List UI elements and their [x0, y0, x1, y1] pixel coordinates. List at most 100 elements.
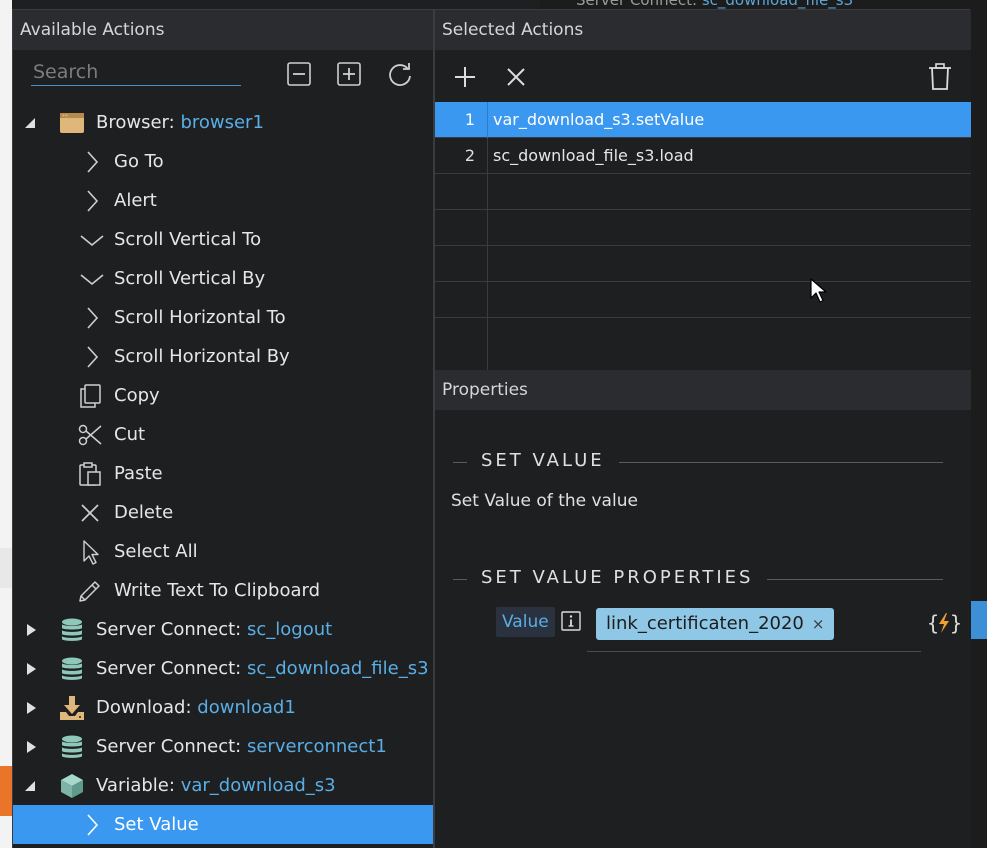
database-icon [59, 734, 85, 760]
row-action-name: sc_download_file_s3.load [493, 146, 694, 165]
mouse-cursor-icon [810, 278, 827, 303]
expand-all-icon[interactable] [335, 60, 363, 88]
collapse-all-icon[interactable] [285, 60, 313, 88]
tree-item-go-to[interactable]: Go To [13, 142, 433, 181]
svg-text:{: { [927, 611, 939, 635]
selected-actions-header: Selected Actions [435, 10, 971, 50]
tree-group-sc-download-file-s3[interactable]: Server Connect: sc_download_file_s3 [13, 649, 433, 688]
actions-tree: Browser: browser1 Go To Alert Scroll Ver… [13, 103, 433, 844]
chevron-right-icon [87, 307, 99, 329]
remove-icon[interactable] [505, 66, 527, 88]
trash-icon[interactable] [927, 63, 953, 91]
tree-item-copy[interactable]: Copy [13, 376, 433, 415]
tree-group-var-download-s3[interactable]: Variable: var_download_s3 [13, 766, 433, 805]
tree-item-select-all[interactable]: Select All [13, 532, 433, 571]
tree-item-label: Alert [114, 190, 157, 211]
svg-text:}: } [950, 611, 961, 635]
selected-actions-table: 1 var_download_s3.setValue 2 sc_download… [435, 102, 971, 370]
chevron-right-icon [87, 190, 99, 212]
tree-value: browser1 [180, 112, 264, 133]
download-icon [59, 695, 85, 721]
tree-group-browser[interactable]: Browser: browser1 [13, 103, 433, 142]
available-actions-header: Available Actions [13, 10, 433, 50]
tree-group-download1[interactable]: Download: download1 [13, 688, 433, 727]
empty-row [435, 174, 971, 210]
expanded-triangle-icon[interactable] [23, 116, 37, 130]
paste-icon [79, 462, 101, 486]
pointer-icon [83, 540, 99, 565]
tree-value: serverconnect1 [246, 736, 387, 757]
value-field-underline [587, 651, 921, 652]
selected-action-row[interactable]: 1 var_download_s3.setValue [435, 102, 971, 138]
section-set-value-properties: SET VALUE PROPERTIES [453, 567, 943, 591]
chevron-down-icon [80, 235, 104, 247]
background-app-right-edge [969, 0, 987, 848]
tree-item-label: Paste [114, 463, 163, 484]
tree-item-alert[interactable]: Alert [13, 181, 433, 220]
background-app-left-edge [0, 0, 12, 848]
browser-icon [59, 110, 85, 136]
tree-group-serverconnect1[interactable]: Server Connect: serverconnect1 [13, 727, 433, 766]
tree-item-label: Scroll Horizontal To [114, 307, 286, 328]
search-input[interactable] [31, 58, 241, 86]
database-icon [59, 656, 85, 682]
chevron-right-icon [87, 346, 99, 368]
x-icon [81, 504, 99, 522]
tree-item-label: Delete [114, 502, 174, 523]
selected-actions-toolbar [435, 50, 971, 102]
value-token-text: link_certificaten_2020 [606, 613, 804, 634]
section-set-value: SET VALUE [453, 450, 943, 474]
add-icon[interactable] [452, 64, 478, 90]
tree-item-paste[interactable]: Paste [13, 454, 433, 493]
info-icon[interactable] [561, 611, 581, 631]
tree-value: sc_download_file_s3 [246, 658, 429, 679]
background-peek-text: Server Connect: sc_download_file_s3 [540, 0, 970, 9]
collapsed-triangle-icon[interactable] [25, 623, 37, 637]
tree-item-scroll-vertical-by[interactable]: Scroll Vertical By [13, 259, 433, 298]
tree-item-label: Scroll Vertical By [114, 268, 266, 289]
tree-item-scroll-horizontal-by[interactable]: Scroll Horizontal By [13, 337, 433, 376]
tree-item-label: Go To [114, 151, 164, 172]
collapsed-triangle-icon[interactable] [25, 701, 37, 715]
tree-label: Download: [96, 697, 192, 718]
collapsed-triangle-icon[interactable] [25, 740, 37, 754]
available-actions-toolbar [13, 50, 433, 98]
empty-row [435, 246, 971, 282]
tree-item-scroll-vertical-to[interactable]: Scroll Vertical To [13, 220, 433, 259]
tree-item-label: Copy [114, 385, 160, 406]
tree-item-cut[interactable]: Cut [13, 415, 433, 454]
collapsed-triangle-icon[interactable] [25, 662, 37, 676]
chip-remove-icon[interactable]: × [812, 615, 825, 633]
row-number: 2 [435, 138, 488, 174]
tree-label: Variable: [96, 775, 175, 796]
tree-item-delete[interactable]: Delete [13, 493, 433, 532]
tree-item-label: Scroll Vertical To [114, 229, 262, 250]
tree-item-scroll-horizontal-to[interactable]: Scroll Horizontal To [13, 298, 433, 337]
empty-row [435, 282, 971, 318]
tree-value: sc_logout [246, 619, 333, 640]
tree-value: download1 [197, 697, 296, 718]
chevron-down-icon [80, 274, 104, 286]
expanded-triangle-icon[interactable] [23, 779, 37, 793]
properties-header: Properties [435, 370, 971, 410]
tree-value: var_download_s3 [180, 775, 336, 796]
right-panel: Selected Actions 1 var_download_s3.setVa… [435, 10, 971, 848]
tree-item-label: Scroll Horizontal By [114, 346, 290, 367]
tree-item-write-text-to-clipboard[interactable]: Write Text To Clipboard [13, 571, 433, 610]
chevron-right-icon [87, 151, 99, 173]
selected-action-row[interactable]: 2 sc_download_file_s3.load [435, 138, 971, 174]
tree-label: Server Connect: [96, 736, 242, 757]
chevron-right-icon [87, 814, 99, 836]
tree-label: Server Connect: [96, 658, 242, 679]
row-action-name: var_download_s3.setValue [493, 110, 705, 129]
value-token-chip[interactable]: link_certificaten_2020 × [596, 608, 835, 640]
value-field-label: Value [496, 607, 555, 637]
tree-item-label: Write Text To Clipboard [114, 580, 321, 601]
dynamic-data-icon[interactable]: { } [927, 610, 961, 636]
tree-group-sc-logout[interactable]: Server Connect: sc_logout [13, 610, 433, 649]
copy-icon [80, 384, 101, 408]
database-icon [59, 617, 85, 643]
tree-item-set-value[interactable]: Set Value [13, 805, 433, 844]
refresh-icon[interactable] [386, 60, 414, 88]
action-picker-dialog: Available Actions Browser: browser1 [12, 9, 971, 848]
